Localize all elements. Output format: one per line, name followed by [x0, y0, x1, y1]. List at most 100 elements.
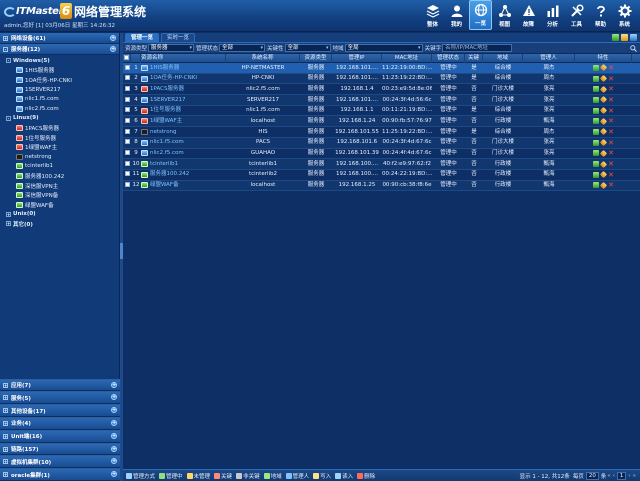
resource-name-cell[interactable]: netstrong [141, 127, 226, 138]
edit-icon[interactable] [600, 74, 608, 83]
nav-overview[interactable]: 整体 [421, 0, 444, 30]
row-checkbox[interactable] [124, 117, 130, 123]
column-header[interactable]: 特性 [575, 53, 632, 63]
table-row[interactable]: 11 服务器100.242 tcinterlib2 服务器 192.168.100...… [123, 170, 640, 181]
unmanaged-button[interactable]: 未管理 [186, 472, 210, 480]
tree-item[interactable]: 深信服VPN备 [3, 190, 119, 200]
key-select[interactable]: 全部 [284, 44, 331, 52]
location-select[interactable]: 全局 [344, 44, 423, 52]
config-icon[interactable] [593, 182, 600, 189]
sidebar-group[interactable]: + 虚拟机集群(10) + [0, 455, 120, 469]
keyword-search-input[interactable]: 名称/IP/MAC地址 [442, 44, 513, 52]
resource-name-link[interactable]: nlic2.f5.com [150, 148, 184, 159]
location-button[interactable]: 地域 [263, 472, 282, 480]
table-row[interactable]: 7 netstrong HIS 服务器 192.168.101.55 11:25:19:2… [123, 127, 640, 138]
edit-icon[interactable] [600, 85, 608, 93]
tree-item[interactable]: netstrong [3, 152, 119, 162]
expand-icon[interactable]: + [3, 446, 8, 452]
add-icon[interactable]: + [111, 471, 117, 478]
edit-icon[interactable] [600, 128, 608, 136]
column-header[interactable]: 管理IP [332, 53, 382, 63]
config-icon[interactable] [593, 139, 600, 146]
edit-icon[interactable] [600, 171, 608, 179]
delete-icon[interactable]: ✕ [608, 64, 614, 71]
edit-icon[interactable] [600, 139, 608, 147]
delete-icon[interactable]: ✕ [608, 75, 614, 82]
row-select[interactable] [123, 137, 131, 148]
expand-icon[interactable]: + [3, 395, 8, 401]
delete-icon[interactable]: ✕ [608, 107, 614, 114]
resource-name-link[interactable]: 1绿盟WAF主 [150, 116, 182, 127]
column-header[interactable]: 资源名称 [141, 53, 226, 63]
managed-button[interactable]: 管理中 [159, 472, 183, 480]
table-row[interactable]: 9 nlic2.f5.com GUAHAO 服务器 192.168.101.39 00:2… [123, 149, 640, 160]
edit-icon[interactable] [600, 181, 608, 189]
row-select[interactable] [123, 105, 131, 116]
sidebar-group-server[interactable]: - 服务器(12) + [0, 44, 119, 55]
column-header[interactable]: 系统名称 [226, 53, 300, 63]
manage-mode-button[interactable]: 管理方式 [126, 472, 155, 480]
config-icon[interactable] [593, 128, 600, 135]
tab-management[interactable]: 管理一览 [125, 33, 160, 42]
sidebar-group-network[interactable]: + 网络设备(61) + [0, 33, 119, 44]
add-icon[interactable]: + [111, 445, 117, 452]
collapse-icon[interactable]: - [6, 115, 11, 121]
resource-name-cell[interactable]: 1SERVER217 [141, 95, 226, 106]
resource-type-select[interactable]: 服务器 [148, 44, 195, 52]
row-select[interactable] [123, 95, 131, 106]
expand-icon[interactable]: + [3, 420, 8, 426]
edit-icon[interactable] [600, 117, 608, 125]
row-checkbox[interactable] [124, 128, 130, 134]
resource-name-link[interactable]: 1住号服务器 [150, 105, 181, 116]
nav-system[interactable]: 系统 [613, 0, 636, 30]
row-select[interactable] [123, 180, 131, 191]
row-checkbox[interactable] [124, 160, 130, 166]
resource-name-link[interactable]: tcinterlib1 [150, 159, 178, 170]
nav-help[interactable]: 帮助 [589, 0, 612, 30]
edit-icon[interactable] [600, 64, 608, 72]
row-select[interactable] [123, 127, 131, 138]
column-header[interactable]: 管理状态 [432, 53, 465, 63]
sidebar-group[interactable]: + 其他设备(17) + [0, 404, 120, 418]
delete-icon[interactable]: ✕ [608, 161, 614, 168]
expand-icon[interactable]: + [6, 221, 11, 227]
row-checkbox[interactable] [124, 96, 130, 102]
resource-name-cell[interactable]: 1绿盟WAF主 [141, 116, 226, 127]
table-row[interactable]: 5 1住号服务器 nlic1.f5.com 服务器 192.168.1.1 00:11:2… [123, 106, 640, 117]
row-select[interactable] [123, 84, 131, 95]
resource-name-link[interactable]: 服务器100.242 [150, 169, 189, 180]
tree-item[interactable]: 绿盟WAF备 [3, 200, 119, 210]
sidebar-group[interactable]: + oracle集群(1) + [0, 468, 120, 481]
add-icon[interactable]: + [111, 432, 117, 439]
search-icon[interactable] [630, 45, 637, 52]
nav-fault[interactable]: 故障 [517, 0, 540, 30]
delete-icon[interactable]: ✕ [608, 96, 614, 103]
table-row[interactable]: 3 1PACS服务器 nlic2.f5.com 服务器 192.168.1.4 00:23… [123, 84, 640, 96]
tree-group[interactable]: - Windows(5) [3, 56, 119, 66]
row-checkbox[interactable] [124, 139, 130, 145]
add-icon[interactable]: + [110, 35, 116, 41]
tree-group[interactable]: - Linux(9) [3, 114, 119, 124]
delete-icon[interactable]: ✕ [608, 86, 614, 93]
resource-name-link[interactable]: 1OA任务-HP-CNKI [150, 73, 197, 84]
column-header[interactable]: 管理人 [523, 53, 575, 63]
sidebar-group[interactable]: + 应用(7) + [0, 378, 120, 392]
add-icon[interactable]: + [111, 381, 117, 388]
export-icon[interactable] [621, 34, 628, 41]
resource-name-link[interactable]: 1HIS服务器 [150, 63, 179, 74]
edit-icon[interactable] [600, 149, 608, 157]
row-select[interactable] [123, 159, 131, 170]
delete-icon[interactable]: ✕ [608, 118, 614, 125]
first-page-icon[interactable]: « [607, 473, 610, 479]
resource-name-cell[interactable]: 1HIS服务器 [141, 63, 226, 74]
add-icon[interactable]: + [110, 46, 116, 52]
add-icon[interactable]: + [111, 407, 117, 414]
table-row[interactable]: 12 绿盟WAF备 localhost 服务器 192.168.1.25 00:90:cb… [123, 180, 640, 192]
add-icon[interactable]: + [111, 420, 117, 427]
select-all-column[interactable] [123, 53, 131, 63]
resource-name-link[interactable]: nlic1.f5.com [150, 137, 184, 148]
resource-name-cell[interactable]: nlic1.f5.com [141, 137, 226, 148]
expand-icon[interactable]: + [3, 459, 8, 465]
tree-item[interactable]: tcinterlib1 [3, 162, 119, 172]
resource-name-cell[interactable]: 1OA任务-HP-CNKI [141, 73, 226, 84]
